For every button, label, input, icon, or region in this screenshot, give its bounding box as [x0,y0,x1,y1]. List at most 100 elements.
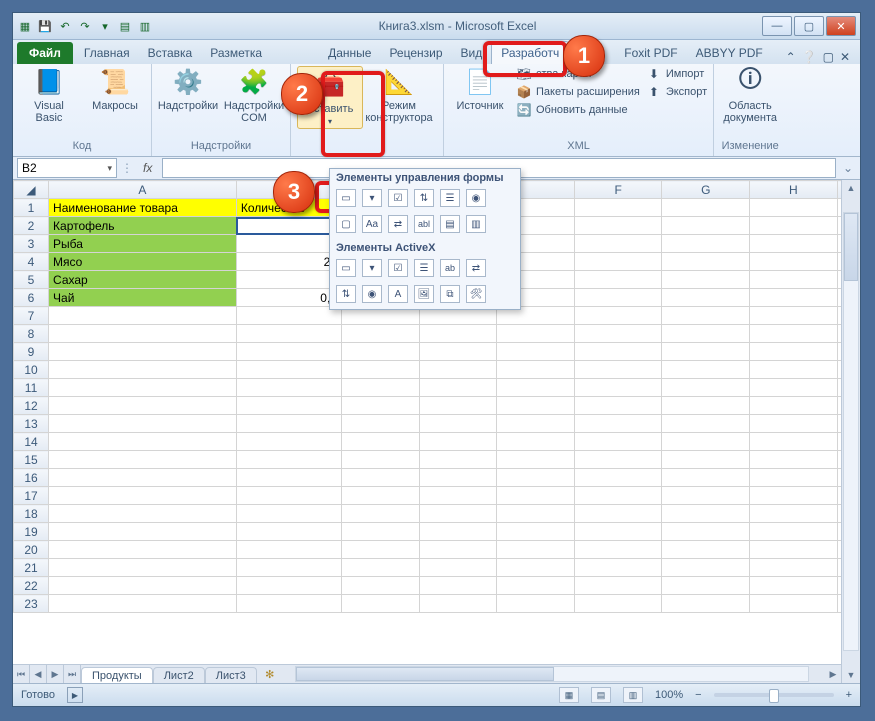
form-combo-drop-icon[interactable]: ▥ [466,215,486,233]
ax-listbox-icon[interactable]: ☰ [414,259,434,277]
document-area-button[interactable]: 🛈 Область документа [720,66,780,124]
ax-togglebutton-icon[interactable]: ⧉ [440,285,460,303]
vscroll-up-icon[interactable]: ▲ [842,180,860,196]
sheet-tab-2[interactable]: Лист2 [153,667,205,684]
tab-insert[interactable]: Вставка [139,42,202,64]
sheet-first-icon[interactable]: ⏮ [13,665,30,683]
cell-a1[interactable]: Наименование товара [49,199,237,217]
row-header-21[interactable]: 21 [14,559,49,577]
row-header-5[interactable]: 5 [14,271,49,289]
design-mode-button[interactable]: 📐 Режим конструктора [369,66,429,124]
cell-b3[interactable]: 2 [236,235,341,253]
row-header-17[interactable]: 17 [14,487,49,505]
tab-foxit[interactable]: Foxit PDF [615,42,686,64]
cell-b2[interactable]: 6 [236,217,341,235]
form-button-icon[interactable]: ▭ [336,189,356,207]
sheet-prev-icon[interactable]: ◀ [30,665,47,683]
cell-a3[interactable]: Рыба [49,235,237,253]
vertical-scroll-thumb[interactable] [844,213,858,281]
row-header-12[interactable]: 12 [14,397,49,415]
view-page-break-icon[interactable]: ▥ [623,687,643,703]
ax-textbox-icon[interactable]: ab [440,259,460,277]
sheet-last-icon[interactable]: ⏭ [64,665,81,683]
tab-review[interactable]: Рецензир [380,42,451,64]
row-header-7[interactable]: 7 [14,307,49,325]
row-header-20[interactable]: 20 [14,541,49,559]
row-header-8[interactable]: 8 [14,325,49,343]
name-box-dropdown-icon[interactable]: ▾ [107,163,112,174]
view-page-layout-icon[interactable]: ▤ [591,687,611,703]
save-icon[interactable]: 💾 [37,18,53,34]
com-addins-button[interactable]: 🧩 Надстройки COM [224,66,284,124]
zoom-in-icon[interactable]: + [846,689,852,701]
tab-page-layout[interactable]: Разметка [201,42,271,64]
row-header-18[interactable]: 18 [14,505,49,523]
macro-record-icon[interactable]: ▶ [67,687,83,703]
form-checkbox-icon[interactable]: ☑ [388,189,408,207]
form-scrollbar-icon[interactable]: ⇄ [388,215,408,233]
tab-view[interactable]: Вид [452,42,492,64]
ax-label-icon[interactable]: A [388,285,408,303]
row-header-22[interactable]: 22 [14,577,49,595]
row-header-2[interactable]: 2 [14,217,49,235]
row-header-14[interactable]: 14 [14,433,49,451]
cell-a2[interactable]: Картофель [49,217,237,235]
tab-abbyy[interactable]: ABBYY PDF [687,42,772,64]
qat-extra2-icon[interactable]: ▥ [137,18,153,34]
col-header-f[interactable]: F [574,181,662,199]
visual-basic-button[interactable]: 📘 Visual Basic [19,66,79,124]
horizontal-scrollbar[interactable] [295,666,809,682]
formula-bar-expand-icon[interactable]: ⌄ [840,161,856,175]
row-header-4[interactable]: 4 [14,253,49,271]
row-header-11[interactable]: 11 [14,379,49,397]
cell-b4[interactable]: 20 [236,253,341,271]
xml-expansion-packs[interactable]: 📦Пакеты расширения [516,84,640,100]
cell-a5[interactable]: Сахар [49,271,237,289]
row-header-1[interactable]: 1 [14,199,49,217]
row-header-15[interactable]: 15 [14,451,49,469]
fx-icon[interactable]: fx [137,161,158,175]
qat-extra1-icon[interactable]: ▤ [117,18,133,34]
row-header-19[interactable]: 19 [14,523,49,541]
cell-a6[interactable]: Чай [49,289,237,307]
cell-b5[interactable]: 3 [236,271,341,289]
vertical-scrollbar[interactable] [843,212,859,651]
tab-data[interactable]: Данные [319,42,380,64]
row-header-23[interactable]: 23 [14,595,49,613]
col-header-h[interactable]: H [750,181,838,199]
row-header-3[interactable]: 3 [14,235,49,253]
form-combobox-icon[interactable]: ▾ [362,189,382,207]
maximize-button[interactable]: ▢ [794,16,824,36]
addins-button[interactable]: ⚙️ Надстройки [158,66,218,112]
zoom-value[interactable]: 100% [655,689,683,701]
ax-combobox-icon[interactable]: ▾ [362,259,382,277]
mdi-restore-icon[interactable]: ▢ [823,50,834,64]
form-label-icon[interactable]: Aa [362,215,382,233]
form-spinner-icon[interactable]: ⇅ [414,189,434,207]
form-combo-list-icon[interactable]: ▤ [440,215,460,233]
ax-checkbox-icon[interactable]: ☑ [388,259,408,277]
vscroll-down-icon[interactable]: ▼ [842,667,860,683]
redo-icon[interactable]: ↷ [77,18,93,34]
form-option-icon[interactable]: ◉ [466,189,486,207]
close-button[interactable]: ✕ [826,16,856,36]
xml-source-button[interactable]: 📄 Источник [450,66,510,112]
ax-scrollbar-icon[interactable]: ⇄ [466,259,486,277]
form-textfield-icon[interactable]: abl [414,215,434,233]
form-groupbox-icon[interactable]: ▢ [336,215,356,233]
col-header-i[interactable]: I [837,181,841,199]
mdi-close-icon[interactable]: ✕ [840,50,850,64]
tab-developer[interactable]: Разработч [491,41,569,64]
ax-more-controls-icon[interactable]: 🛠 [466,285,486,303]
help-icon[interactable]: ❔ [802,50,817,64]
horizontal-scroll-thumb[interactable] [296,667,554,681]
sheet-tab-3[interactable]: Лист3 [205,667,257,684]
form-listbox-icon[interactable]: ☰ [440,189,460,207]
undo-icon[interactable]: ↶ [57,18,73,34]
tab-home[interactable]: Главная [75,42,139,64]
sheet-nav-arrows[interactable]: ⏮ ◀ ▶ ⏭ [13,665,81,683]
select-all-corner[interactable]: ◢ [14,181,49,199]
name-box-handle-icon[interactable]: ⋮ [121,161,133,175]
ax-image-icon[interactable]: 🖼 [414,285,434,303]
col-header-g[interactable]: G [662,181,750,199]
